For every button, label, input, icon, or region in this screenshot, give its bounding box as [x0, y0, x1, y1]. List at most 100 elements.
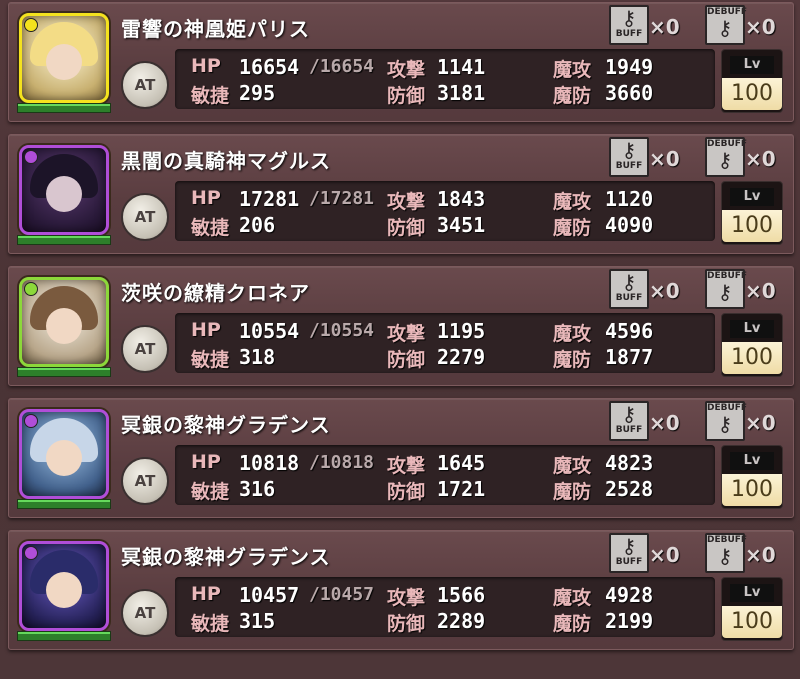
portrait-face — [46, 572, 82, 608]
magic-attack-value: 1120 — [605, 187, 654, 211]
debuff-count: ×0 — [745, 411, 776, 435]
agility-value: 206 — [239, 213, 276, 237]
attack-label: 攻撃 — [387, 59, 426, 81]
hp-label: HP — [191, 583, 221, 605]
hp-bar — [17, 631, 111, 641]
defense-value: 1721 — [437, 477, 486, 501]
attack-value: 1195 — [437, 319, 486, 343]
agility-label: 敏捷 — [191, 217, 230, 239]
level-tag: Lv — [730, 320, 774, 338]
unit-name: 黒闇の真騎神マグルス — [121, 149, 331, 173]
party-status-panel: 雷響の神凰姫パリス AT HP 16654 /16654 攻撃 1141 魔攻 … — [0, 0, 800, 679]
buff-indicator: ⚷ BUFF ×0 — [609, 137, 683, 177]
unit-portrait[interactable] — [19, 145, 109, 235]
level-value: 100 — [722, 606, 782, 638]
debuff-count: ×0 — [745, 147, 776, 171]
buff-count: ×0 — [649, 411, 680, 435]
buff-icon: ⚷ BUFF — [609, 533, 649, 573]
unit-portrait[interactable] — [19, 409, 109, 499]
unit-portrait[interactable] — [19, 13, 109, 103]
hp-label: HP — [191, 451, 221, 473]
debuff-indicator: DEBUFF ⚷ ×0 — [705, 401, 779, 441]
unit-card[interactable]: 冥銀の黎神グラデンス AT HP 10457 /10457 攻撃 1566 魔攻… — [8, 530, 794, 650]
magic-attack-value: 4928 — [605, 583, 654, 607]
level-tag: Lv — [730, 56, 774, 74]
magic-defense-label: 魔防 — [553, 613, 592, 635]
magic-defense-value: 4090 — [605, 213, 654, 237]
buff-count: ×0 — [649, 279, 680, 303]
hp-bar — [17, 103, 111, 113]
unit-name: 茨咲の繚精クロネア — [121, 281, 310, 305]
unit-portrait[interactable] — [19, 277, 109, 367]
defense-value: 2289 — [437, 609, 486, 633]
agility-value: 318 — [239, 345, 276, 369]
agility-value: 295 — [239, 81, 276, 105]
agility-label: 敏捷 — [191, 481, 230, 503]
buff-icon: ⚷ BUFF — [609, 269, 649, 309]
hp-max-value: /16654 — [309, 56, 375, 77]
magic-attack-value: 4596 — [605, 319, 654, 343]
magic-defense-label: 魔防 — [553, 481, 592, 503]
attack-value: 1645 — [437, 451, 486, 475]
hp-label: HP — [191, 55, 221, 77]
level-box: Lv 100 — [721, 181, 783, 245]
attack-value: 1843 — [437, 187, 486, 211]
unit-name: 冥銀の黎神グラデンス — [121, 413, 331, 437]
light-attribute-icon — [24, 18, 38, 32]
hp-bar — [17, 367, 111, 377]
magic-defense-label: 魔防 — [553, 217, 592, 239]
attack-value: 1141 — [437, 55, 486, 79]
magic-defense-value: 1877 — [605, 345, 654, 369]
unit-card[interactable]: 雷響の神凰姫パリス AT HP 16654 /16654 攻撃 1141 魔攻 … — [8, 2, 794, 122]
dark-attribute-icon — [24, 546, 38, 560]
attack-label: 攻撃 — [387, 455, 426, 477]
defense-label: 防御 — [387, 481, 426, 503]
unit-portrait[interactable] — [19, 541, 109, 631]
debuff-indicator: DEBUFF ⚷ ×0 — [705, 5, 779, 45]
level-tag: Lv — [730, 584, 774, 602]
attack-label: 攻撃 — [387, 587, 426, 609]
magic-defense-value: 2528 — [605, 477, 654, 501]
wood-attribute-icon — [24, 282, 38, 296]
debuff-indicator: DEBUFF ⚷ ×0 — [705, 137, 779, 177]
hp-bar — [17, 235, 111, 245]
debuff-count: ×0 — [745, 279, 776, 303]
defense-label: 防御 — [387, 349, 426, 371]
defense-value: 2279 — [437, 345, 486, 369]
buff-indicator: ⚷ BUFF ×0 — [609, 401, 683, 441]
defense-label: 防御 — [387, 217, 426, 239]
level-tag: Lv — [730, 452, 774, 470]
unit-card[interactable]: 冥銀の黎神グラデンス AT HP 10818 /10818 攻撃 1645 魔攻… — [8, 398, 794, 518]
role-badge: AT — [121, 61, 169, 109]
buff-count: ×0 — [649, 15, 680, 39]
unit-name: 雷響の神凰姫パリス — [121, 17, 310, 41]
agility-label: 敏捷 — [191, 613, 230, 635]
debuff-icon: DEBUFF ⚷ — [705, 137, 747, 177]
level-value: 100 — [722, 210, 782, 242]
portrait-face — [46, 176, 82, 212]
debuff-indicator: DEBUFF ⚷ ×0 — [705, 269, 779, 309]
role-badge: AT — [121, 325, 169, 373]
unit-card[interactable]: 黒闇の真騎神マグルス AT HP 17281 /17281 攻撃 1843 魔攻… — [8, 134, 794, 254]
buff-indicator: ⚷ BUFF ×0 — [609, 269, 683, 309]
debuff-count: ×0 — [745, 15, 776, 39]
debuff-icon: DEBUFF ⚷ — [705, 401, 747, 441]
portrait-face — [46, 440, 82, 476]
stats-panel: HP 10554 /10554 攻撃 1195 魔攻 4596 敏捷 318 防… — [175, 313, 715, 373]
buff-indicator: ⚷ BUFF ×0 — [609, 5, 683, 45]
level-box: Lv 100 — [721, 49, 783, 113]
hp-max-value: /10554 — [309, 320, 375, 341]
level-value: 100 — [722, 342, 782, 374]
magic-defense-value: 2199 — [605, 609, 654, 633]
stats-panel: HP 16654 /16654 攻撃 1141 魔攻 1949 敏捷 295 防… — [175, 49, 715, 109]
magic-defense-value: 3660 — [605, 81, 654, 105]
unit-card[interactable]: 茨咲の繚精クロネア AT HP 10554 /10554 攻撃 1195 魔攻 … — [8, 266, 794, 386]
hp-max-value: /17281 — [309, 188, 375, 209]
magic-attack-label: 魔攻 — [553, 587, 592, 609]
buff-icon: ⚷ BUFF — [609, 137, 649, 177]
hp-label: HP — [191, 187, 221, 209]
debuff-icon: DEBUFF ⚷ — [705, 269, 747, 309]
hp-value: 10818 — [239, 451, 300, 475]
magic-attack-label: 魔攻 — [553, 455, 592, 477]
dark-attribute-icon — [24, 414, 38, 428]
